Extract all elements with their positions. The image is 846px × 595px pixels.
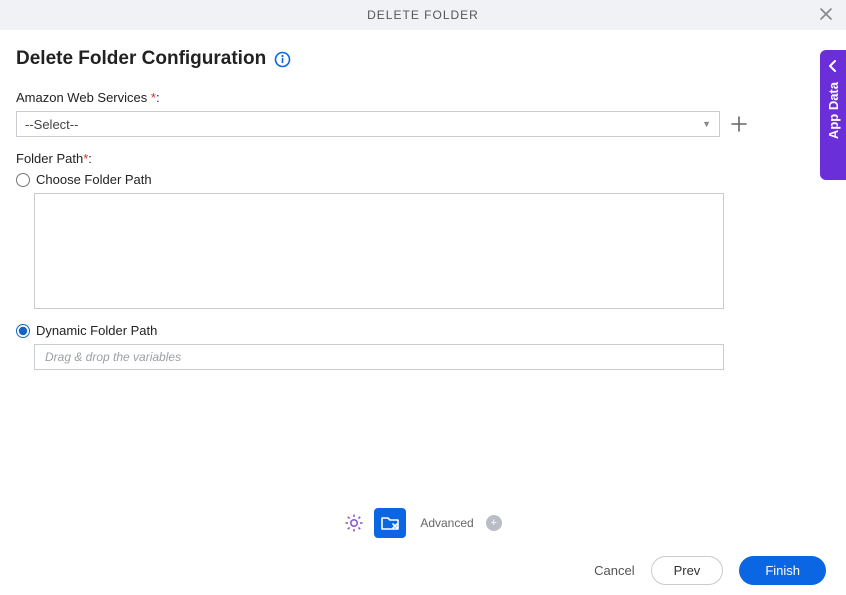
- app-data-tab[interactable]: App Data: [820, 50, 846, 180]
- label-colon: :: [156, 90, 160, 105]
- dynamic-folder-path-input[interactable]: Drag & drop the variables: [34, 344, 724, 370]
- dialog-header: DELETE FOLDER: [0, 0, 846, 30]
- folder-path-box[interactable]: [34, 193, 724, 309]
- chevron-left-icon: [828, 60, 838, 72]
- dialog-title: DELETE FOLDER: [367, 8, 479, 22]
- finish-button[interactable]: Finish: [739, 556, 826, 585]
- dynamic-folder-path-placeholder: Drag & drop the variables: [45, 350, 181, 364]
- label-colon: :: [88, 151, 92, 166]
- folder-delete-tool-icon[interactable]: [374, 508, 406, 538]
- prev-button[interactable]: Prev: [651, 556, 724, 585]
- aws-select[interactable]: --Select--: [16, 111, 720, 137]
- close-icon[interactable]: [818, 6, 834, 22]
- info-icon[interactable]: [274, 51, 291, 68]
- bottom-toolbar: Advanced +: [0, 503, 846, 543]
- dynamic-folder-path-label: Dynamic Folder Path: [36, 323, 157, 338]
- add-aws-button[interactable]: [730, 115, 748, 133]
- choose-folder-path-radio[interactable]: [16, 173, 30, 187]
- advanced-label: Advanced: [420, 516, 473, 530]
- aws-label-text: Amazon Web Services: [16, 90, 151, 105]
- aws-label: Amazon Web Services *:: [16, 90, 830, 105]
- folder-path-label: Folder Path*:: [16, 151, 830, 166]
- dialog-footer: Cancel Prev Finish: [0, 556, 846, 585]
- choose-folder-path-label: Choose Folder Path: [36, 172, 152, 187]
- gear-icon[interactable]: [344, 513, 364, 533]
- dynamic-folder-path-radio[interactable]: [16, 324, 30, 338]
- aws-select-row: --Select--: [16, 111, 830, 137]
- page-title: Delete Folder Configuration: [16, 48, 266, 70]
- advanced-plus-icon[interactable]: +: [486, 515, 502, 531]
- choose-folder-path-radio-row[interactable]: Choose Folder Path: [16, 172, 830, 187]
- page-title-row: Delete Folder Configuration: [16, 48, 830, 70]
- dynamic-folder-path-radio-row[interactable]: Dynamic Folder Path: [16, 323, 830, 338]
- cancel-button[interactable]: Cancel: [594, 563, 634, 578]
- dialog-body: Delete Folder Configuration Amazon Web S…: [0, 30, 846, 370]
- folder-path-label-text: Folder Path: [16, 151, 83, 166]
- aws-select-value: --Select--: [25, 117, 78, 132]
- app-data-label: App Data: [826, 82, 841, 139]
